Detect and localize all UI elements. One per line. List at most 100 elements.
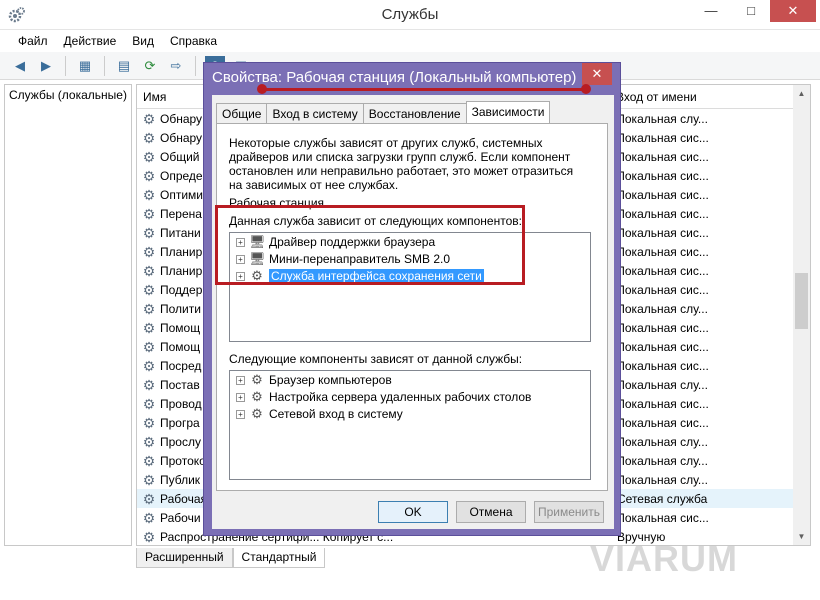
service-gear-icon: ⚙ [142,148,156,165]
service-logon: Локальная сис... [617,187,709,202]
menu-action[interactable]: Действие [56,34,125,48]
tree-item-label: Настройка сервера удаленных рабочих стол… [269,390,532,404]
service-gear-icon: ⚙ [142,357,156,374]
service-logon: Локальная сис... [617,206,709,221]
service-gear-icon: ⚙ [142,129,156,146]
annotation-dot [257,84,267,94]
service-logon: Локальная слу... [617,472,708,487]
service-name: Протоко [160,453,206,468]
ok-button[interactable]: OK [378,501,448,523]
service-logon: Локальная сис... [617,244,709,259]
service-gear-icon: ⚙ [142,167,156,184]
service-name: Обнару [160,111,203,126]
tree-item[interactable]: + ⚙ Браузер компьютеров [230,372,590,388]
service-logon: Локальная сис... [617,225,709,240]
back-arrow-icon[interactable]: ◀ [10,56,30,76]
tree-item[interactable]: + ⚙ Настройка сервера удаленных рабочих … [230,389,590,405]
service-logon: Локальная сис... [617,149,709,164]
service-logon: Локальная сис... [617,510,709,525]
service-name: Прослу [160,434,201,449]
service-gear-icon: ⚙ [142,414,156,431]
service-logon: Локальная сис... [617,168,709,183]
view-tabs: Расширенный Стандартный [136,548,326,568]
service-gear-icon: ⚙ [142,338,156,355]
dialog-tabs: Общие Вход в систему Восстановление Зави… [216,101,551,123]
service-gear-icon: ⚙ [142,433,156,450]
service-gear-icon: ⚙ [142,395,156,412]
console-tree-icon[interactable]: ▦ [75,56,95,76]
tab-general[interactable]: Общие [216,103,268,123]
tree-item[interactable]: + ⚙ Сетевой вход в систему [230,406,590,422]
service-name: Помощ [160,320,201,335]
expand-icon[interactable]: + [236,392,245,402]
service-name: Планир [160,263,203,278]
service-name: Планир [160,244,203,259]
expand-icon[interactable]: + [236,375,245,385]
service-gear-icon: ⚙ [142,319,156,336]
properties-icon[interactable]: ▤ [114,56,134,76]
close-button[interactable]: ✕ [770,0,816,22]
tab-standard[interactable]: Стандартный [232,548,326,568]
apply-button[interactable]: Применить [534,501,604,523]
dialog-close-button[interactable]: ✕ [582,63,612,85]
service-gear-icon: ⚙ [142,110,156,127]
service-name: Полити [160,301,201,316]
tab-recovery[interactable]: Восстановление [362,103,467,123]
scroll-down-icon[interactable]: ▼ [793,528,810,545]
dependents-tree[interactable]: + ⚙ Браузер компьютеров + ⚙ Настройка се… [229,370,591,480]
expand-icon[interactable]: + [236,409,245,419]
service-gear-icon: ⚙ [142,205,156,222]
service-name: Постав [160,377,200,392]
main-titlebar: Службы — □ ✕ [0,0,820,30]
service-gear-icon: ⚙ [142,186,156,203]
cancel-button[interactable]: Отмена [456,501,526,523]
minimize-button[interactable]: — [698,0,724,22]
service-logon: Локальная слу... [617,434,708,449]
dependencies-description: Некоторые службы зависят от других служб… [229,136,574,192]
tab-extended[interactable]: Расширенный [136,548,233,568]
service-name: Поддер [160,282,203,297]
service-gear-icon: ⚙ [142,471,156,488]
service-gear-icon: ⚙ [142,490,156,507]
refresh-icon[interactable]: ⟳ [140,56,160,76]
service-logon: Локальная сис... [617,415,709,430]
menu-help[interactable]: Справка [162,34,225,48]
service-logon: Локальная слу... [617,453,708,468]
tab-logon[interactable]: Вход в систему [266,103,364,123]
tab-dependencies[interactable]: Зависимости [465,101,551,123]
menu-file[interactable]: Файл [0,34,56,48]
export-list-icon[interactable]: ⇨ [166,56,186,76]
service-gear-icon: ⚙ [142,224,156,241]
forward-arrow-icon[interactable]: ▶ [36,56,56,76]
scroll-thumb[interactable] [795,273,808,329]
tree-item-label: Сетевой вход в систему [269,407,403,421]
annotation-underline [262,88,586,91]
service-gear-icon: ⚙ [142,243,156,260]
properties-dialog: Свойства: Рабочая станция (Локальный ком… [203,62,621,536]
service-logon: Локальная слу... [617,111,708,126]
annotation-dot [581,84,591,94]
service-gear-icon: ⚙ [142,376,156,393]
tree-item-label: Браузер компьютеров [269,373,392,387]
service-name: Обнару [160,130,203,145]
scroll-up-icon[interactable]: ▲ [793,85,810,102]
vertical-scrollbar[interactable]: ▲ ▼ [793,85,810,545]
service-name: Опреде [160,168,203,183]
service-gear-icon: ⚙ [142,509,156,526]
service-name: Питани [160,225,201,240]
menu-view[interactable]: Вид [124,34,162,48]
column-header-logon[interactable]: Вход от имени [607,85,737,109]
service-logon: Локальная сис... [617,339,709,354]
tree-item-services-local[interactable]: Службы (локальные) [5,85,131,105]
service-gear-icon: ⚙ [251,406,263,421]
maximize-button[interactable]: □ [738,0,764,22]
toolbar-separator [65,55,66,76]
service-gear-icon: ⚙ [142,452,156,469]
service-gear-icon: ⚙ [142,281,156,298]
toolbar-separator [195,55,196,76]
service-logon: Сетевая служба [617,491,708,506]
service-gear-icon: ⚙ [251,389,263,404]
service-name: Общий [160,149,200,164]
service-name: Публик [160,472,201,487]
service-gear-icon: ⚙ [251,372,263,387]
